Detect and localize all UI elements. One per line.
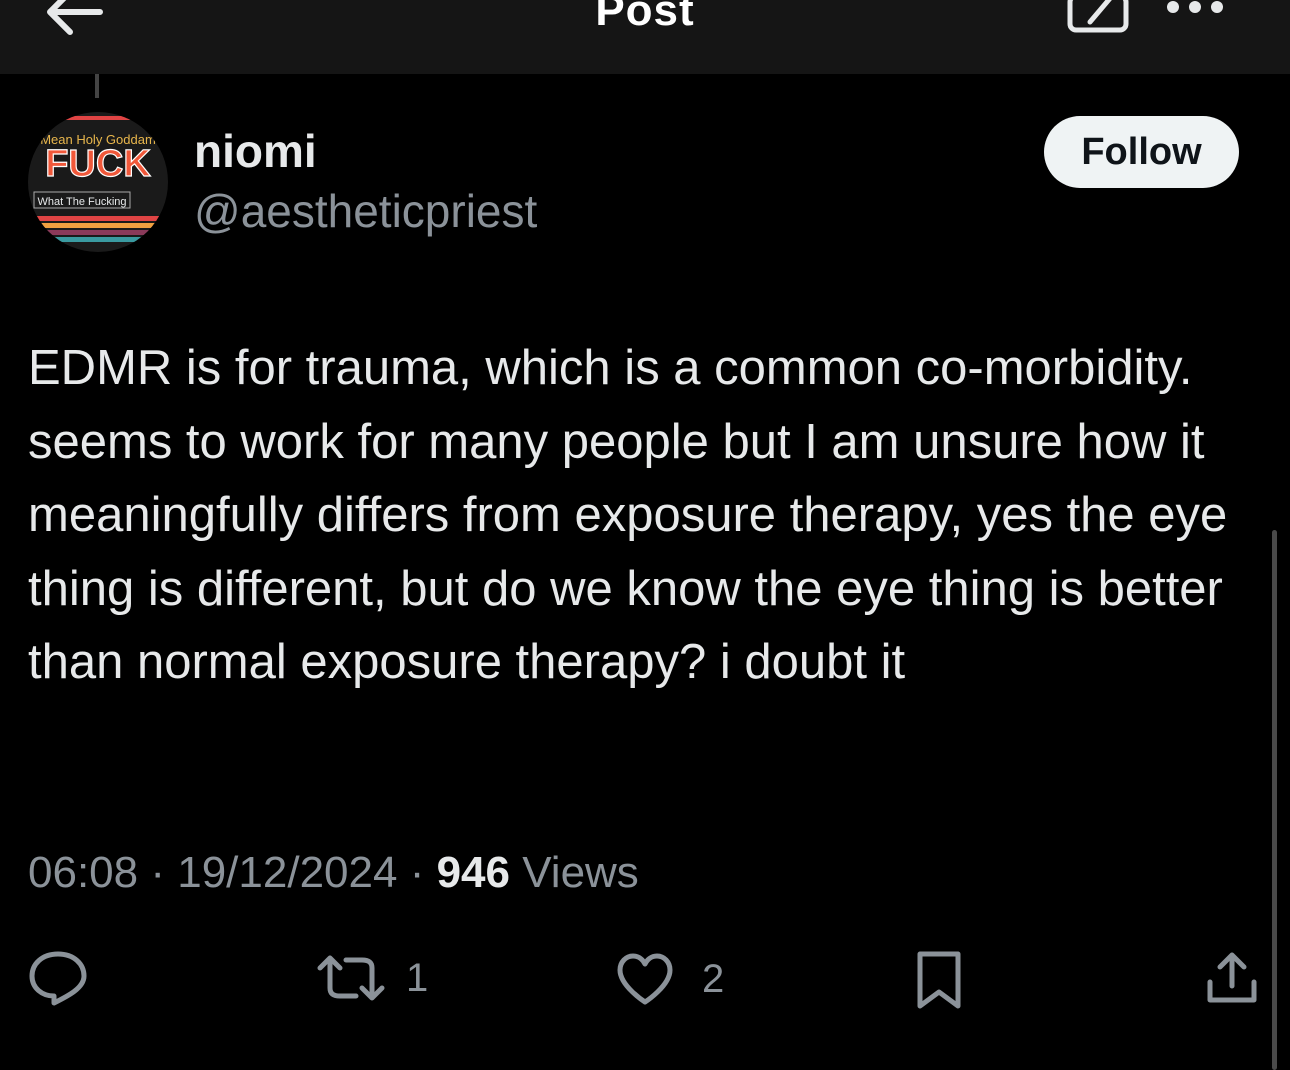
author-handle[interactable]: @aestheticpriest xyxy=(194,184,537,238)
views-count[interactable]: 946 xyxy=(437,848,510,897)
meta-separator: · xyxy=(150,848,165,897)
share-icon xyxy=(1207,952,1257,1003)
avatar[interactable]: Mean Holy Goddam FUCK What The Fucking xyxy=(28,112,168,252)
reply-icon xyxy=(29,951,87,1006)
meta-separator: · xyxy=(409,848,425,897)
post-time: 06:08 xyxy=(28,848,139,897)
thread-connector-line xyxy=(95,74,99,98)
avatar-text-main: FUCK xyxy=(45,143,151,185)
post-date: 19/12/2024 xyxy=(177,848,398,897)
like-button[interactable]: 2 xyxy=(616,952,724,1006)
top-bar: Post xyxy=(0,0,1290,74)
compose-icon[interactable] xyxy=(1062,0,1132,40)
bookmark-button[interactable] xyxy=(912,950,966,1010)
heart-icon xyxy=(617,953,673,1005)
scrollbar[interactable] xyxy=(1272,530,1277,1070)
follow-button[interactable]: Follow xyxy=(1044,116,1239,188)
share-button[interactable] xyxy=(1204,950,1260,1006)
bookmark-icon xyxy=(917,951,961,1009)
author-name[interactable]: niomi xyxy=(194,124,317,178)
post-text: EDMR is for trauma, which is a common co… xyxy=(28,341,1228,689)
reply-button[interactable] xyxy=(28,950,88,1006)
like-count: 2 xyxy=(702,956,725,1001)
post-metadata: 06:08 · 19/12/2024 · 946 Views xyxy=(28,848,639,898)
avatar-text-bottom: What The Fucking xyxy=(37,196,126,208)
views-label: Views xyxy=(522,848,639,897)
more-horizontal-icon[interactable] xyxy=(1160,0,1230,22)
retweet-button[interactable]: 1 xyxy=(316,952,428,1004)
retweet-icon xyxy=(317,955,385,1001)
retweet-count: 1 xyxy=(406,955,429,1000)
